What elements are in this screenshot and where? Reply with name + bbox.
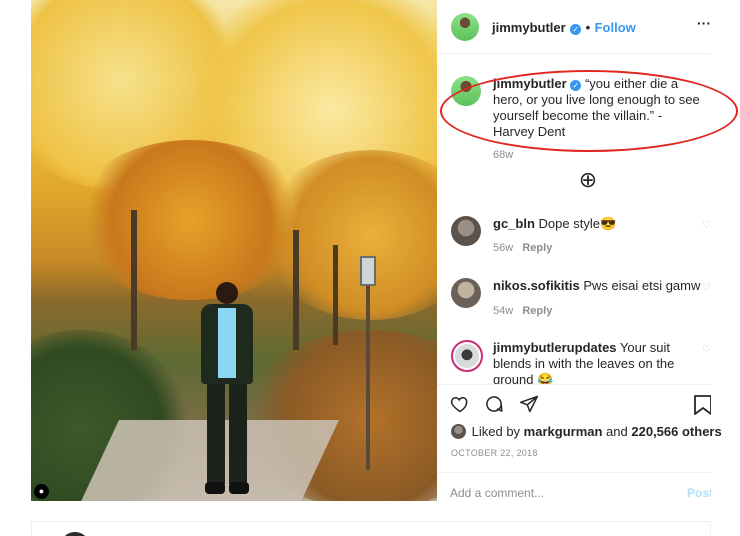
add-comment-input[interactable]: Add a comment... bbox=[450, 486, 544, 500]
bookmark-icon[interactable] bbox=[693, 394, 711, 416]
more-options-icon[interactable]: ··· bbox=[697, 15, 711, 31]
tree-trunk bbox=[131, 210, 137, 350]
header-user-line: jimmybutler ✓ • Follow bbox=[492, 19, 636, 37]
post-photo[interactable]: ● bbox=[31, 0, 437, 501]
separator: • bbox=[585, 20, 591, 35]
like-comment-icon[interactable]: ♡ bbox=[702, 220, 711, 231]
post-comment-button[interactable]: Post bbox=[687, 486, 711, 500]
tree-trunk bbox=[333, 245, 338, 345]
comment-body: nikos.sofikitis Pws eisai etsi gamw bbox=[493, 278, 705, 294]
comment-meta: 54w Reply bbox=[493, 305, 705, 317]
likes-count[interactable]: 220,566 others bbox=[631, 424, 721, 439]
comment-item: gc_bln Dope style😎 56w Reply ♡ bbox=[451, 216, 711, 266]
avatar[interactable] bbox=[451, 278, 481, 308]
comment-body: jimmybutlerupdates Your suit blends in w… bbox=[493, 340, 705, 384]
avatar[interactable] bbox=[451, 13, 479, 41]
like-heart-icon[interactable] bbox=[450, 394, 470, 414]
likes-prefix: Liked by bbox=[471, 424, 521, 439]
comment-item: nikos.sofikitis Pws eisai etsi gamw 54w … bbox=[451, 278, 711, 328]
comment-username[interactable]: gc_bln bbox=[493, 216, 535, 231]
comment-username[interactable]: nikos.sofikitis bbox=[493, 278, 580, 293]
divider bbox=[437, 384, 711, 385]
comment-username[interactable]: jimmybutlerupdates bbox=[493, 340, 617, 355]
comment-time[interactable]: 56w bbox=[493, 242, 513, 254]
divider bbox=[437, 472, 711, 473]
avatar[interactable] bbox=[60, 532, 90, 536]
post-date[interactable]: OCTOBER 22, 2018 bbox=[451, 448, 538, 458]
likes-line: Liked by markgurman and 220,566 others bbox=[451, 424, 722, 439]
lamp-post bbox=[366, 258, 370, 470]
comment-time[interactable]: 54w bbox=[493, 305, 513, 317]
reply-button[interactable]: Reply bbox=[522, 242, 552, 254]
reply-button[interactable]: Reply bbox=[522, 305, 552, 317]
like-comment-icon[interactable]: ♡ bbox=[702, 344, 711, 355]
like-comment-icon[interactable]: ♡ bbox=[702, 282, 711, 293]
lamp-head bbox=[360, 256, 376, 286]
comment-body: gc_bln Dope style😎 bbox=[493, 216, 705, 232]
comment-bubble-icon[interactable] bbox=[484, 394, 504, 414]
tree-trunk bbox=[293, 230, 299, 350]
comment-item: jimmybutlerupdates Your suit blends in w… bbox=[451, 340, 711, 384]
header-username[interactable]: jimmybutler bbox=[492, 20, 566, 35]
avatar[interactable] bbox=[451, 216, 481, 246]
comment-meta: 56w Reply bbox=[493, 242, 705, 254]
liker-username[interactable]: markgurman bbox=[524, 424, 603, 439]
user-tag-icon[interactable]: ● bbox=[34, 484, 49, 499]
person bbox=[193, 282, 263, 497]
comment-text: Dope style😎 bbox=[538, 216, 617, 231]
verified-icon: ✓ bbox=[570, 24, 582, 35]
avatar[interactable] bbox=[451, 340, 483, 372]
likes-and: and bbox=[606, 424, 628, 439]
liker-avatar[interactable] bbox=[451, 424, 466, 439]
next-post-card bbox=[31, 521, 711, 536]
comment-text: Pws eisai etsi gamw bbox=[583, 278, 701, 293]
follow-button[interactable]: Follow bbox=[595, 20, 636, 35]
post-header: jimmybutler ✓ • Follow ··· bbox=[437, 0, 711, 54]
share-icon[interactable] bbox=[519, 394, 539, 414]
load-more-comments-icon[interactable]: ⊕ bbox=[576, 168, 600, 192]
annotation-ellipse bbox=[440, 70, 738, 152]
